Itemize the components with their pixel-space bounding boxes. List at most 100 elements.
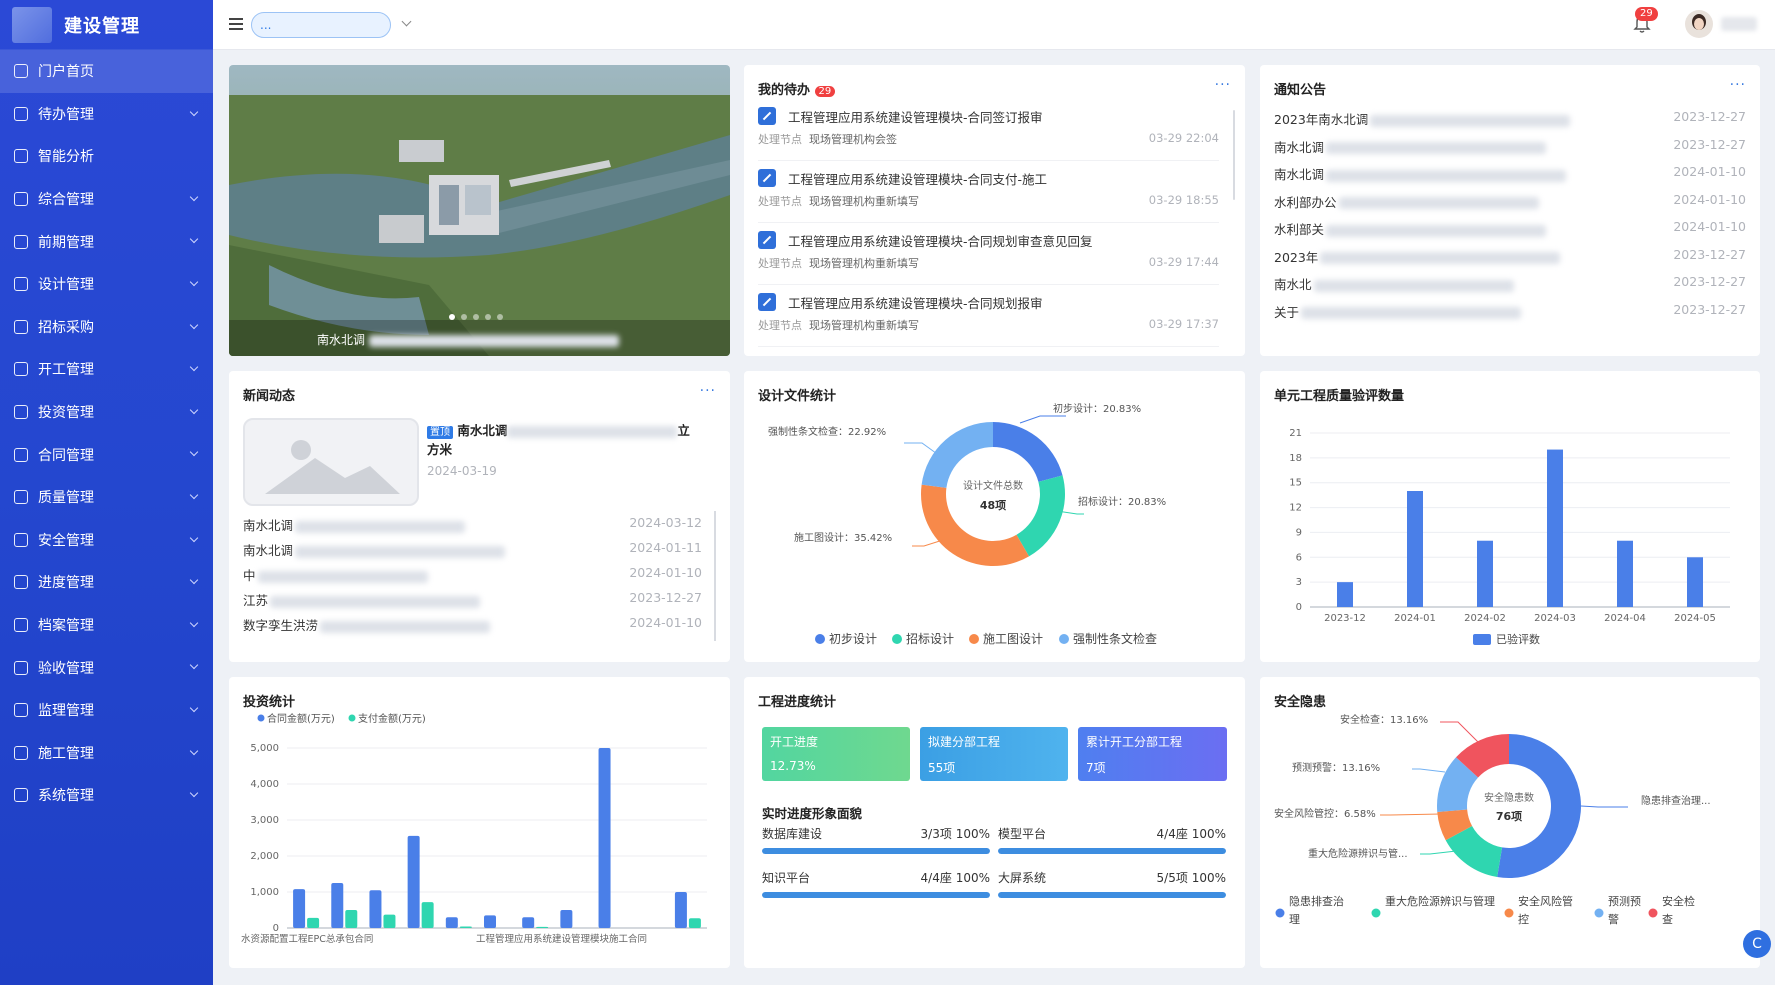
progress-item[interactable]: 大屏系统 5/5项 100%	[998, 869, 1226, 898]
progress-item[interactable]: 模型平台 4/4座 100%	[998, 825, 1226, 854]
progress-item[interactable]: 知识平台 4/4座 100%	[762, 869, 990, 898]
notice-item[interactable]: 南水北调 2024-01-10	[1274, 164, 1746, 182]
news-image-placeholder[interactable]	[243, 418, 419, 506]
legend-marker[interactable]	[1275, 908, 1285, 918]
assistant-button[interactable]: C	[1743, 930, 1771, 958]
legend-label[interactable]: 已验评数	[1496, 632, 1540, 646]
sidebar-item[interactable]: 门户首页	[0, 50, 213, 93]
carousel-dot[interactable]	[473, 314, 479, 320]
sidebar-item[interactable]: 质量管理	[0, 476, 213, 519]
notice-item[interactable]: 水利部办公 2024-01-10	[1274, 192, 1746, 210]
notice-item[interactable]: 水利部关 2024-01-10	[1274, 219, 1746, 237]
sidebar-item[interactable]: 验收管理	[0, 646, 213, 689]
bar[interactable]	[1617, 540, 1633, 607]
sidebar-item[interactable]: 前期管理	[0, 220, 213, 263]
todo-item[interactable]: 工程管理应用系统建设管理模块-合同规划报审 处理节点 现场管理机构重新填写 03-2…	[758, 291, 1219, 347]
sidebar-item[interactable]: 安全管理	[0, 519, 213, 562]
menu-fold-icon[interactable]	[229, 18, 243, 30]
news-item[interactable]: 数字孪生洪涝 2024-01-10	[243, 615, 702, 634]
todo-item[interactable]: 工程管理应用系统建设管理模块-合同支付-施工 处理节点 现场管理机构重新填写 03-…	[758, 167, 1219, 223]
bar[interactable]	[1337, 582, 1353, 607]
news-item[interactable]: 南水北调 2024-03-12	[243, 515, 702, 534]
sidebar-item[interactable]: 进度管理	[0, 561, 213, 604]
sidebar-item[interactable]: 开工管理	[0, 348, 213, 391]
stat-planned-works[interactable]: 拟建分部工程 55项	[920, 727, 1068, 781]
legend-marker[interactable]	[969, 634, 979, 644]
legend-label[interactable]: 隐患排查治	[1289, 894, 1344, 908]
notice-item[interactable]: 2023年 2023-12-27	[1274, 247, 1746, 265]
project-selector[interactable]: ...	[251, 12, 391, 38]
legend-label[interactable]: 预测预	[1608, 895, 1641, 908]
legend-label[interactable]: 警	[1608, 912, 1619, 926]
bar[interactable]	[331, 883, 344, 928]
banner-carousel[interactable]: 南水北调	[229, 65, 730, 356]
notice-item[interactable]: 关于 2023-12-27	[1274, 302, 1746, 320]
legend-label[interactable]: 查	[1662, 912, 1673, 926]
donut-slice[interactable]	[921, 422, 993, 488]
legend-marker[interactable]	[1371, 908, 1381, 918]
stat-start-progress[interactable]: 开工进度 12.73%	[762, 727, 910, 781]
legend-label[interactable]: 强制性条文检查	[1073, 631, 1157, 646]
more-button[interactable]: ···	[1730, 77, 1746, 93]
bar[interactable]	[598, 748, 611, 928]
notice-item[interactable]: 南水北 2023-12-27	[1274, 274, 1746, 292]
sidebar-item[interactable]: 智能分析	[0, 135, 213, 178]
legend-label[interactable]: 合同金额(万元)	[267, 712, 335, 725]
sidebar-item[interactable]: 投资管理	[0, 391, 213, 434]
scrollbar[interactable]	[714, 511, 716, 641]
legend-label[interactable]: 初步设计	[829, 632, 877, 646]
user-name[interactable]	[1721, 17, 1757, 31]
legend-marker[interactable]	[348, 714, 356, 722]
sidebar-item[interactable]: 设计管理	[0, 263, 213, 306]
bar[interactable]	[536, 926, 549, 928]
sidebar-item[interactable]: 系统管理	[0, 774, 213, 817]
legend-marker[interactable]	[1059, 634, 1069, 644]
bar[interactable]	[345, 910, 358, 928]
legend-marker[interactable]	[1504, 908, 1514, 918]
stat-started-works[interactable]: 累计开工分部工程 7项	[1078, 727, 1227, 781]
bar[interactable]	[293, 889, 306, 928]
more-button[interactable]: ···	[700, 383, 716, 399]
legend-label[interactable]: 支付金额(万元)	[358, 712, 426, 725]
legend-label[interactable]: 重大危险源辨识与管理	[1385, 894, 1495, 908]
bar[interactable]	[484, 915, 496, 928]
todo-item[interactable]: 工程管理应用系统建设管理模块-合同签订报审 处理节点 现场管理机构会签 03-29 …	[758, 105, 1219, 161]
legend-marker[interactable]	[892, 634, 902, 644]
bar[interactable]	[445, 917, 458, 928]
bar[interactable]	[560, 910, 573, 928]
carousel-dot[interactable]	[461, 314, 467, 320]
progress-item[interactable]: 数据库建设 3/3项 100%	[762, 825, 990, 854]
avatar[interactable]	[1685, 10, 1713, 38]
bar[interactable]	[383, 914, 396, 928]
bar[interactable]	[369, 890, 382, 928]
legend-label[interactable]: 招标设计	[906, 632, 954, 646]
notice-item[interactable]: 南水北调 2023-12-27	[1274, 137, 1746, 155]
donut-slice[interactable]	[1497, 734, 1581, 878]
scrollbar[interactable]	[1233, 110, 1235, 200]
donut-slice[interactable]	[921, 484, 1030, 566]
legend-label[interactable]: 安全风险管	[1518, 894, 1573, 908]
bar[interactable]	[459, 926, 472, 928]
bar[interactable]	[307, 917, 320, 928]
legend-marker[interactable]	[257, 714, 265, 722]
legend-label[interactable]: 施工图设计	[983, 632, 1043, 646]
sidebar-item[interactable]: 合同管理	[0, 433, 213, 476]
sidebar-item[interactable]: 档案管理	[0, 604, 213, 647]
news-item[interactable]: 南水北调 2024-01-11	[243, 540, 702, 559]
bar[interactable]	[522, 917, 535, 928]
donut-slice[interactable]	[993, 422, 1063, 482]
carousel-dot[interactable]	[449, 314, 455, 320]
carousel-dot[interactable]	[497, 314, 503, 320]
legend-marker[interactable]	[815, 634, 825, 644]
legend-label[interactable]: 安全检	[1662, 894, 1695, 908]
bar[interactable]	[1687, 557, 1703, 607]
bar[interactable]	[1407, 491, 1423, 607]
legend-marker[interactable]	[1648, 908, 1658, 918]
bar[interactable]	[674, 892, 687, 928]
chevron-down-icon[interactable]	[401, 16, 412, 27]
legend-marker[interactable]	[1594, 908, 1604, 918]
sidebar-item[interactable]: 招标采购	[0, 306, 213, 349]
bar[interactable]	[407, 835, 420, 928]
sidebar-item[interactable]: 综合管理	[0, 178, 213, 221]
news-item[interactable]: 中 2024-01-10	[243, 565, 702, 584]
